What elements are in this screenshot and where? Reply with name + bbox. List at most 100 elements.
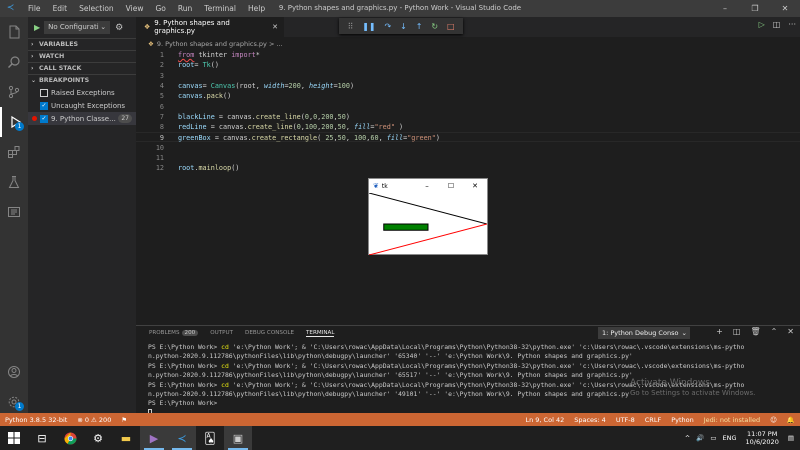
code-line[interactable]: 4 canvas= Canvas(root, width=200, height=… bbox=[136, 81, 800, 91]
minimize-button[interactable]: – bbox=[710, 0, 740, 17]
code-line[interactable]: 12 root.mainloop() bbox=[136, 163, 800, 173]
code-line[interactable]: 10 bbox=[136, 143, 800, 153]
code-line[interactable]: 6 bbox=[136, 102, 800, 112]
step-over-icon[interactable]: ↷ bbox=[385, 22, 392, 31]
breakpoint-raised-exceptions[interactable]: Raised Exceptions bbox=[28, 86, 136, 99]
tab-debug-console[interactable]: DEBUG CONSOLE bbox=[245, 330, 294, 336]
clock[interactable]: 11:07 PM 10/6/2020 bbox=[746, 430, 779, 446]
settings-gear-icon[interactable]: ⚙ bbox=[84, 426, 112, 450]
tk-minimize-button[interactable]: – bbox=[415, 182, 439, 190]
terminal-select[interactable]: 1: Python Debug Conso ⌄ bbox=[598, 327, 690, 339]
testing-flask-icon[interactable] bbox=[0, 167, 28, 197]
split-terminal-icon[interactable]: ◫ bbox=[733, 327, 741, 336]
new-terminal-plus-icon[interactable]: + bbox=[716, 327, 723, 336]
run-file-play-icon[interactable]: ▷ bbox=[759, 20, 765, 29]
start-debugging-play-icon[interactable]: ▶ bbox=[34, 23, 40, 32]
tk-close-button[interactable]: ✕ bbox=[463, 182, 487, 190]
code-line[interactable]: 5 canvas.pack() bbox=[136, 91, 800, 101]
menu-view[interactable]: View bbox=[120, 4, 150, 13]
explorer-icon[interactable] bbox=[0, 17, 28, 47]
action-center-icon[interactable]: ▤ bbox=[788, 434, 794, 442]
status-lint-warning[interactable]: Jedi: not installed bbox=[699, 416, 765, 424]
status-problems[interactable]: ⊗ 0 ⚠ 200 bbox=[72, 416, 116, 424]
code-token: () bbox=[210, 61, 219, 70]
menu-help[interactable]: Help bbox=[242, 4, 271, 13]
status-eol[interactable]: CRLF bbox=[640, 416, 666, 424]
code-token: = canvas. bbox=[214, 112, 256, 121]
menu-run[interactable]: Run bbox=[172, 4, 198, 13]
tk-canvas[interactable] bbox=[369, 193, 487, 255]
code-line[interactable]: 11 bbox=[136, 153, 800, 163]
feedback-icon[interactable]: ☺ bbox=[765, 416, 782, 424]
run-debug-icon[interactable]: 1 bbox=[0, 107, 28, 137]
task-view-icon[interactable]: ⊟ bbox=[28, 426, 56, 450]
menu-selection[interactable]: Selection bbox=[73, 4, 120, 13]
breadcrumb-path[interactable]: 9. Python shapes and graphics.py > ... bbox=[157, 40, 283, 48]
status-remote-icon[interactable]: ⚑ bbox=[116, 416, 132, 424]
menu-terminal[interactable]: Terminal bbox=[198, 4, 242, 13]
section-breakpoints[interactable]: ⌄ BREAKPOINTS bbox=[28, 74, 136, 86]
status-cursor-position[interactable]: Ln 9, Col 42 bbox=[520, 416, 569, 424]
windows-start-icon[interactable] bbox=[0, 426, 28, 450]
chevron-right-icon: › bbox=[31, 65, 34, 72]
tab-python-shapes[interactable]: ❖ 9. Python shapes and graphics.py ✕ bbox=[136, 17, 284, 37]
file-explorer-folder-icon[interactable]: ▬ bbox=[112, 426, 140, 450]
search-icon[interactable] bbox=[0, 47, 28, 77]
restart-icon[interactable]: ↻ bbox=[431, 22, 438, 31]
maximize-button[interactable]: ❐ bbox=[740, 0, 770, 17]
source-control-icon[interactable] bbox=[0, 77, 28, 107]
debug-configuration-select[interactable]: No Configurati ⌄ bbox=[44, 21, 111, 34]
section-variables[interactable]: › VARIABLES bbox=[28, 38, 136, 50]
section-call-stack[interactable]: › CALL STACK bbox=[28, 62, 136, 74]
close-panel-icon[interactable]: ✕ bbox=[787, 327, 794, 336]
section-watch[interactable]: › WATCH bbox=[28, 50, 136, 62]
kill-terminal-trash-icon[interactable]: 🗑 bbox=[750, 327, 760, 336]
uncaught-exceptions-checkbox[interactable]: ✓ bbox=[40, 101, 48, 110]
vscode-taskbar-icon[interactable]: ≺ bbox=[168, 426, 196, 450]
tray-chevron-up-icon[interactable]: ^ bbox=[685, 434, 690, 442]
code-line[interactable]: 2 root= Tk() bbox=[136, 60, 800, 70]
open-launch-json-gear-icon[interactable]: ⚙ bbox=[115, 23, 123, 33]
tab-problems[interactable]: PROBLEMS 200 bbox=[149, 330, 199, 336]
status-language[interactable]: Python bbox=[666, 416, 699, 424]
stop-icon[interactable]: □ bbox=[447, 22, 455, 31]
close-button[interactable]: ✕ bbox=[770, 0, 800, 17]
extensions-icon[interactable] bbox=[0, 137, 28, 167]
close-tab-icon[interactable]: ✕ bbox=[272, 23, 278, 31]
split-editor-icon[interactable]: ◫ bbox=[773, 20, 781, 29]
more-actions-icon[interactable]: ··· bbox=[788, 20, 796, 29]
tab-terminal[interactable]: TERMINAL bbox=[306, 330, 335, 337]
code-line[interactable]: 9 greenBox = canvas.create_rectangle( 25,… bbox=[136, 132, 800, 143]
tk-maximize-button[interactable]: ☐ bbox=[439, 182, 463, 190]
input-language[interactable]: ENG bbox=[722, 434, 736, 442]
code-line[interactable]: 7 blackLine = canvas.create_line(0,0,200,… bbox=[136, 112, 800, 122]
code-line[interactable]: 1 from tkinter import* bbox=[136, 50, 800, 60]
solitaire-cards-icon[interactable]: 🂡 bbox=[196, 426, 224, 450]
status-indentation[interactable]: Spaces: 4 bbox=[569, 416, 611, 424]
menu-go[interactable]: Go bbox=[149, 4, 171, 13]
visual-studio-icon[interactable]: ▶ bbox=[140, 426, 168, 450]
breakpoint-uncaught-exceptions[interactable]: ✓ Uncaught Exceptions bbox=[28, 99, 136, 112]
tab-output[interactable]: OUTPUT bbox=[210, 330, 233, 336]
pause-icon[interactable]: ❚❚ bbox=[362, 22, 375, 31]
status-encoding[interactable]: UTF-8 bbox=[611, 416, 640, 424]
breakpoint-file[interactable]: ✓ 9. Python Classe... 27 bbox=[28, 112, 136, 125]
step-out-icon[interactable]: ↑ bbox=[416, 22, 423, 31]
account-icon[interactable] bbox=[0, 357, 28, 387]
chrome-icon[interactable] bbox=[56, 426, 84, 450]
raised-exceptions-checkbox[interactable] bbox=[40, 88, 48, 97]
maximize-panel-icon[interactable]: ⌃ bbox=[771, 327, 778, 336]
network-icon[interactable]: ▭ bbox=[710, 434, 716, 442]
remote-explorer-icon[interactable] bbox=[0, 197, 28, 227]
notifications-bell-icon[interactable]: 🔔 bbox=[782, 416, 800, 424]
drag-grip-icon[interactable]: ⠿ bbox=[347, 22, 353, 31]
code-line[interactable]: 8 redLine = canvas.create_line(0,100,200,… bbox=[136, 122, 800, 132]
status-python-interpreter[interactable]: Python 3.8.5 32-bit bbox=[0, 416, 72, 424]
file-breakpoints-checkbox[interactable]: ✓ bbox=[40, 114, 48, 123]
menu-file[interactable]: File bbox=[22, 4, 47, 13]
volume-icon[interactable]: 🔊 bbox=[696, 434, 704, 442]
menu-edit[interactable]: Edit bbox=[47, 4, 74, 13]
tk-app-taskbar-icon[interactable]: ▣ bbox=[224, 426, 252, 450]
step-into-icon[interactable]: ↓ bbox=[400, 22, 407, 31]
code-line[interactable]: 3 bbox=[136, 71, 800, 81]
